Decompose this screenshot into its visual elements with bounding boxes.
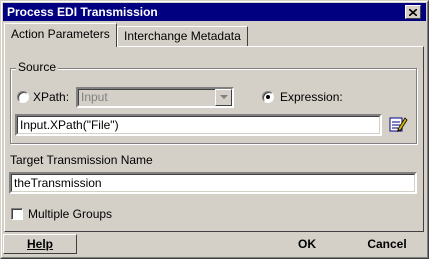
expression-input-value: Input.XPath("File") [20,118,119,132]
cancel-button-label: Cancel [367,237,407,251]
tab-label: Action Parameters [11,27,110,41]
xpath-select-value: Input [81,90,108,104]
radio-selected-dot [266,95,270,99]
expression-label: Expression: [280,90,343,104]
chevron-down-icon [219,95,228,99]
close-icon [409,8,417,16]
expression-input[interactable]: Input.XPath("File") [15,114,382,136]
window-title: Process EDI Transmission [7,5,158,19]
ok-button[interactable]: OK [281,234,333,254]
target-label: Target Transmission Name [10,153,153,167]
edit-icon [389,117,408,132]
multiple-groups-label: Multiple Groups [28,207,113,221]
close-button[interactable] [405,5,421,19]
tab-action-parameters[interactable]: Action Parameters [4,23,117,47]
tab-interchange-metadata[interactable]: Interchange Metadata [117,26,248,46]
multiple-groups-checkbox[interactable] [11,208,23,220]
target-transmission-input[interactable]: theTransmission [9,172,417,194]
source-group-label: Source [16,60,59,74]
title-bar[interactable]: Process EDI Transmission [3,3,426,21]
expression-radio[interactable] [262,91,274,103]
xpath-dropdown-button[interactable] [215,89,232,106]
cancel-button[interactable]: Cancel [350,234,424,254]
ok-button-label: OK [298,237,316,251]
xpath-label: XPath: [33,90,70,104]
xpath-select[interactable]: Input [76,87,234,108]
help-button-label: Help [26,237,53,251]
help-button[interactable]: Help [3,234,77,254]
target-input-value: theTransmission [14,176,102,190]
tab-label: Interchange Metadata [124,29,241,43]
expression-editor-button[interactable] [388,115,410,135]
xpath-radio[interactable] [17,91,29,103]
